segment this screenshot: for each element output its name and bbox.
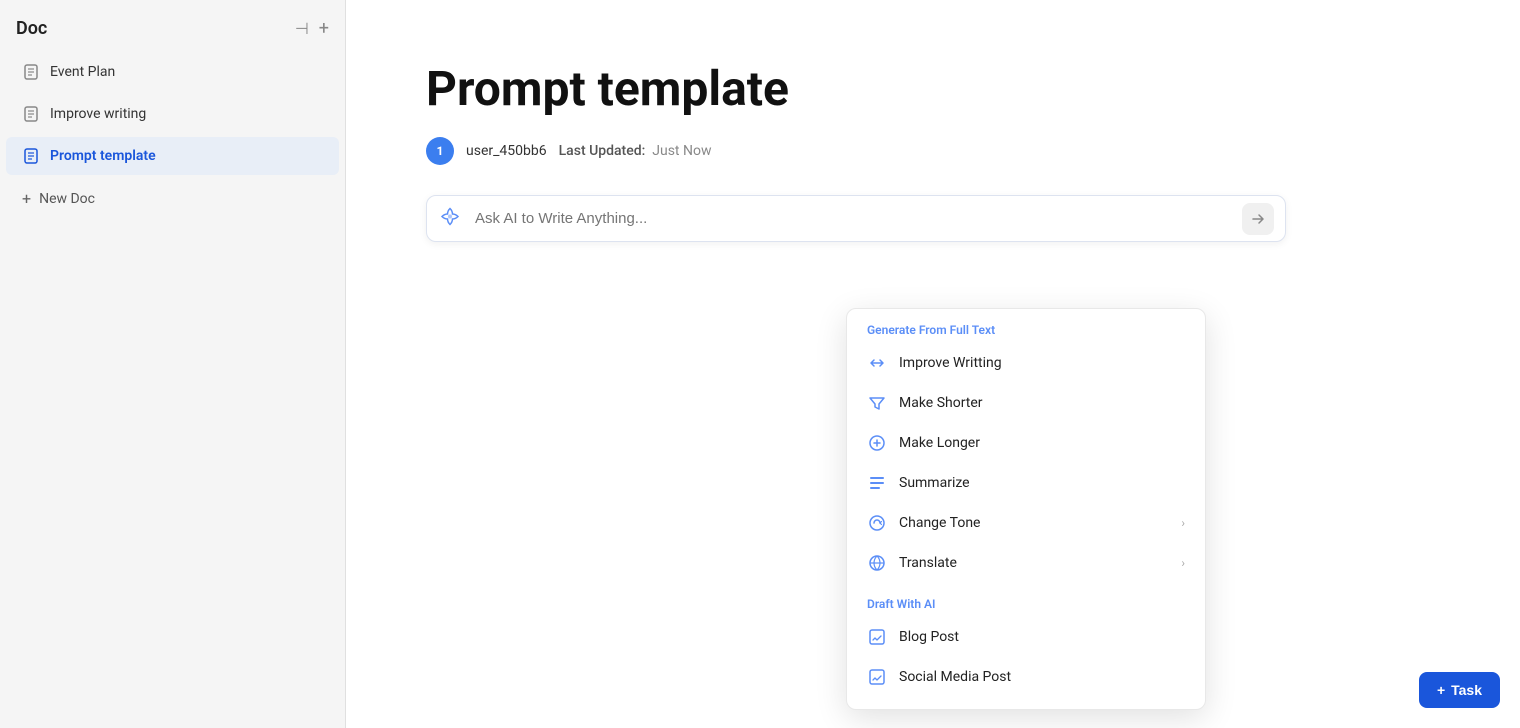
item-label: Social Media Post	[899, 669, 1011, 685]
task-plus-icon: +	[1437, 682, 1445, 698]
ai-send-button[interactable]	[1242, 203, 1274, 235]
item-label: Blog Post	[899, 629, 959, 645]
plus-icon: +	[22, 189, 31, 208]
chevron-right-icon: ›	[1181, 556, 1185, 570]
meta-row: 1 user_450bb6 Last Updated: Just Now	[426, 137, 1440, 165]
meta-user: user_450bb6	[466, 143, 547, 159]
dropdown-item-improve-writing[interactable]: Improve Writting	[847, 343, 1205, 383]
dropdown-item-summarize[interactable]: Summarize	[847, 463, 1205, 503]
avatar: 1	[426, 137, 454, 165]
dropdown-inner: Generate From Full Text Improve Writting	[847, 309, 1205, 709]
task-button[interactable]: + Task	[1419, 672, 1500, 708]
arrows-circle-icon	[867, 513, 887, 533]
dropdown-item-social-media[interactable]: Social Media Post	[847, 657, 1205, 697]
dropdown-item-change-tone[interactable]: Change Tone ›	[847, 503, 1205, 543]
sparkle-icon	[440, 206, 460, 231]
doc-icon	[22, 63, 40, 81]
sidebar-title: Doc	[16, 18, 47, 39]
sidebar-item-event-plan[interactable]: Event Plan	[6, 53, 339, 91]
circle-plus-icon	[867, 433, 887, 453]
section-generate-label: Generate From Full Text	[847, 309, 1205, 343]
ai-input[interactable]	[426, 195, 1286, 242]
chevron-right-icon: ›	[1181, 516, 1185, 530]
main-content: Prompt template 1 user_450bb6 Last Updat…	[346, 0, 1520, 728]
dropdown-item-blog-post[interactable]: Blog Post	[847, 617, 1205, 657]
doc-icon-blue	[22, 147, 40, 165]
item-label: Summarize	[899, 475, 970, 491]
item-label: Make Shorter	[899, 395, 983, 411]
section-draft-label: Draft With AI	[847, 583, 1205, 617]
updated-value: Just Now	[652, 143, 711, 159]
sidebar: Doc ⊣ + Event Plan Improve writin	[0, 0, 346, 728]
funnel-icon	[867, 393, 887, 413]
edit-box-2-icon	[867, 667, 887, 687]
arrows-icon	[867, 353, 887, 373]
ai-dropdown-menu: Generate From Full Text Improve Writting	[846, 308, 1206, 710]
sidebar-header: Doc ⊣ +	[0, 0, 345, 51]
sidebar-controls: ⊣ +	[295, 18, 329, 39]
item-label: Change Tone	[899, 515, 980, 531]
sidebar-item-label: Improve writing	[50, 106, 146, 122]
globe-arrows-icon	[867, 553, 887, 573]
doc-icon-2	[22, 105, 40, 123]
item-label: Improve Writting	[899, 355, 1002, 371]
dropdown-item-translate[interactable]: Translate ›	[847, 543, 1205, 583]
dropdown-item-make-longer[interactable]: Make Longer	[847, 423, 1205, 463]
item-label: Make Longer	[899, 435, 980, 451]
meta-updated: Last Updated: Just Now	[559, 143, 712, 159]
item-label: Translate	[899, 555, 957, 571]
collapse-icon[interactable]: ⊣	[295, 19, 309, 38]
new-doc-button[interactable]: + New Doc	[6, 179, 339, 218]
sidebar-item-label: Event Plan	[50, 64, 115, 80]
add-doc-icon[interactable]: +	[319, 18, 329, 39]
dropdown-item-make-shorter[interactable]: Make Shorter	[847, 383, 1205, 423]
updated-label: Last Updated:	[559, 143, 646, 159]
lines-icon	[867, 473, 887, 493]
ai-input-wrapper	[426, 195, 1286, 242]
sidebar-item-improve-writing[interactable]: Improve writing	[6, 95, 339, 133]
sidebar-item-prompt-template[interactable]: Prompt template	[6, 137, 339, 175]
edit-box-icon	[867, 627, 887, 647]
sidebar-item-label: Prompt template	[50, 148, 156, 164]
new-doc-label: New Doc	[39, 191, 95, 207]
task-label: Task	[1451, 682, 1482, 698]
page-title: Prompt template	[426, 60, 1440, 117]
